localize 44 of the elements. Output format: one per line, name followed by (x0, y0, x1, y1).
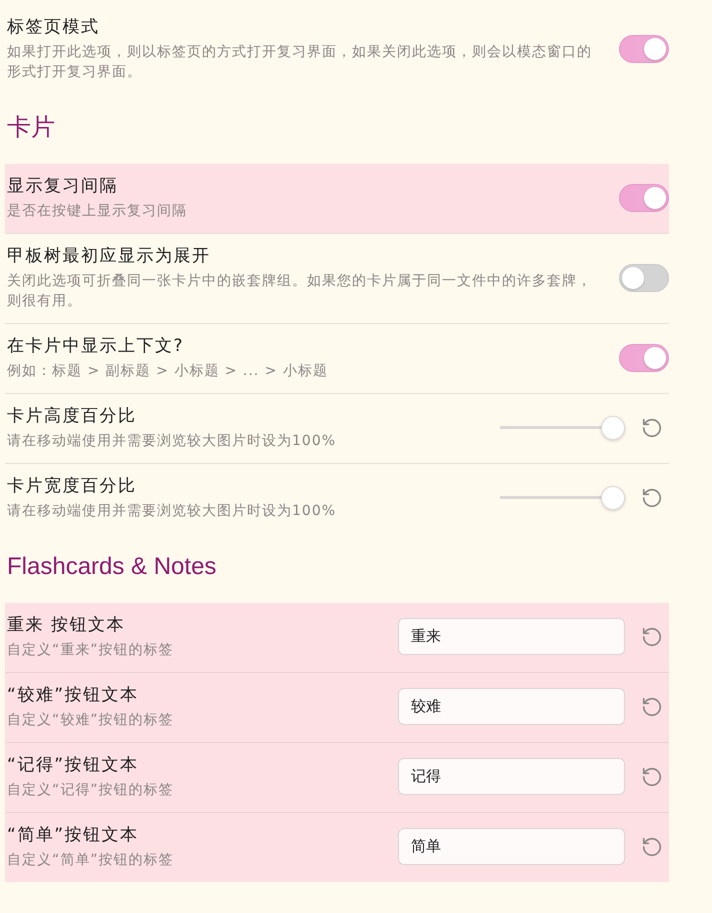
setting-title: “较难”按钮文本 (7, 684, 140, 707)
setting-title: “简单”按钮文本 (7, 824, 140, 847)
setting-description: 如果打开此选项，则以标签页的方式打开复习界面，如果关闭此选项，则会以模态窗口的形式打开复习界面。 (7, 43, 593, 82)
reset-button[interactable] (641, 486, 663, 508)
reset-button[interactable] (641, 696, 663, 718)
slider-thumb[interactable] (601, 486, 625, 510)
text-input[interactable]: 记得 (398, 758, 625, 795)
circular-arrow-icon (641, 766, 663, 788)
reset-button[interactable] (641, 766, 663, 788)
setting-title: 卡片高度百分比 (7, 405, 138, 428)
toggle-switch[interactable] (619, 34, 669, 62)
text-input[interactable]: 较难 (398, 688, 625, 725)
setting-title: 甲板树最初应显示为展开 (7, 245, 212, 268)
section-heading: 卡片 (7, 113, 56, 143)
setting-description: 请在移动端使用并需要浏览较大图片时设为100% (7, 502, 338, 521)
setting-title: 卡片宽度百分比 (7, 475, 138, 498)
setting-description: 关闭此选项可折叠同一张卡片中的嵌套牌组。如果您的卡片属于同一文件中的许多套牌，则很有用。 (7, 272, 593, 311)
setting-description: 自定义“重来”按钮的标签 (7, 641, 175, 660)
circular-arrow-icon (641, 626, 663, 648)
setting-description: 例如：标题 > 副标题 > 小标题 > ... > 小标题 (7, 362, 329, 381)
setting-description: 自定义“记得”按钮的标签 (7, 781, 175, 800)
reset-button[interactable] (641, 836, 663, 858)
setting-description: 自定义“较难”按钮的标签 (7, 711, 175, 730)
setting-title: 重来 按钮文本 (7, 614, 126, 637)
circular-arrow-icon (641, 696, 663, 718)
section-heading: Flashcards & Notes (7, 552, 218, 582)
toggle-switch[interactable] (619, 264, 669, 292)
setting-description: 请在移动端使用并需要浏览较大图片时设为100% (7, 432, 338, 451)
reset-button[interactable] (641, 416, 663, 438)
setting-title: 在卡片中显示上下文? (7, 335, 186, 358)
reset-button[interactable] (641, 626, 663, 648)
slider-thumb[interactable] (601, 416, 625, 440)
circular-arrow-icon (641, 836, 663, 858)
setting-title: 标签页模式 (7, 16, 100, 39)
text-input[interactable]: 重来 (398, 618, 625, 655)
setting-description: 是否在按键上显示复习间隔 (7, 202, 188, 221)
setting-title: “记得”按钮文本 (7, 754, 140, 777)
circular-arrow-icon (641, 416, 663, 438)
circular-arrow-icon (641, 486, 663, 508)
toggle-switch[interactable] (619, 184, 669, 212)
toggle-switch[interactable] (619, 344, 669, 372)
text-input[interactable]: 简单 (398, 828, 625, 865)
setting-title: 显示复习间隔 (7, 175, 119, 198)
setting-description: 自定义“简单”按钮的标签 (7, 851, 175, 870)
